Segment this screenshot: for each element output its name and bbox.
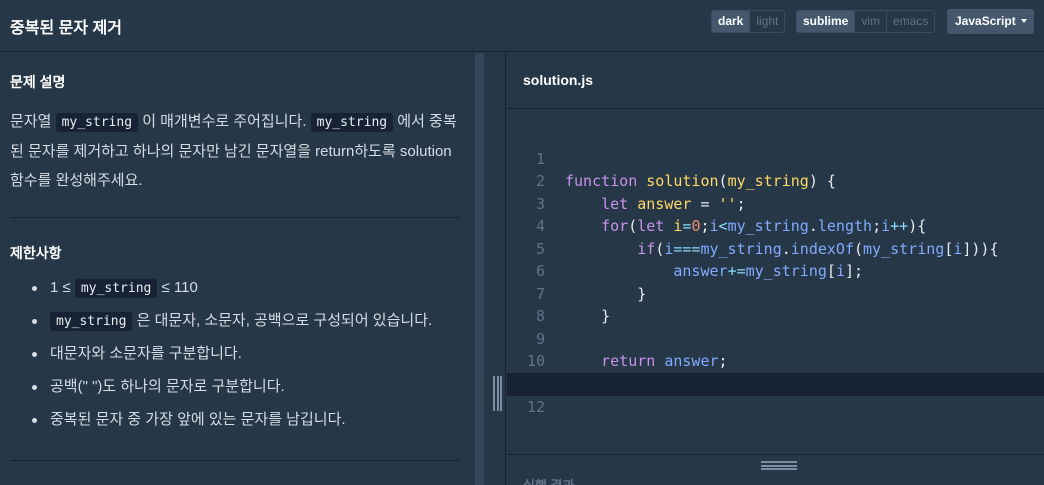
problem-panel: 문제 설명 문자열 my_string 이 매개변수로 주어집니다. my_st… [0, 53, 475, 485]
inline-code: my_string [55, 113, 139, 132]
section-divider [10, 460, 460, 461]
chevron-down-icon [1021, 19, 1027, 23]
keymap-toggle[interactable]: sublime vim emacs [796, 10, 936, 33]
drag-handle-icon[interactable] [761, 461, 797, 470]
code-line[interactable]: 9 return answer; [507, 305, 1044, 371]
line-number: 12 [526, 397, 545, 416]
list-item: 대문자와 소문자를 구분합니다. [30, 341, 470, 374]
code-line[interactable]: 7 } [507, 260, 1044, 326]
language-select-label: JavaScript [955, 14, 1016, 28]
code-line[interactable]: 2 let answer = ''; [507, 148, 1044, 213]
editor-tab: solution.js [507, 53, 1044, 109]
inline-code: my_string [310, 113, 394, 132]
theme-dark-option[interactable]: dark [712, 11, 750, 32]
code-line[interactable]: 10 } [507, 328, 1044, 393]
code-editor[interactable]: 1 function solution(my_string) { 2 let a… [507, 110, 1044, 461]
list-item: my_string 은 대문자, 소문자, 공백으로 구성되어 있습니다. [30, 308, 470, 341]
problem-description: 문자열 my_string 이 매개변수로 주어집니다. my_string 에… [10, 107, 460, 195]
desc-text: 이 매개변수로 주어집니다. [138, 113, 311, 130]
results-panel-header[interactable]: 실행 결과 [507, 454, 1044, 485]
list-item: 중복된 문자 중 가장 앞에 있는 문자를 남깁니다. [30, 407, 470, 440]
inline-code: my_string [50, 312, 133, 331]
results-label: 실행 결과 [523, 475, 574, 485]
language-select[interactable]: JavaScript [947, 9, 1034, 34]
constraints-list: 1 ≤ my_string ≤ 110 my_string 은 대문자, 소문자… [30, 275, 470, 440]
code-line[interactable]: 6 } [507, 238, 1044, 303]
code-line[interactable]: 5 answer+=my_string[i]; [507, 215, 1044, 281]
constraints-title: 제한사항 [10, 245, 62, 261]
code-line[interactable]: 1 function solution(my_string) { [507, 125, 1044, 191]
theme-light-option[interactable]: light [749, 11, 785, 32]
code-line-current[interactable]: 12 [507, 373, 1044, 416]
code-line[interactable]: 3 for(let i=0;i<my_string.length;i++){ [507, 170, 1044, 236]
drag-handle-icon[interactable] [493, 376, 502, 411]
code-line[interactable]: 8 [507, 283, 1044, 325]
constraint-text: 은 대문자, 소문자, 공백으로 구성되어 있습니다. [132, 312, 433, 329]
constraint-text: 1 ≤ [50, 279, 75, 296]
header: 중복된 문자 제거 dark light sublime vim emacs J… [0, 0, 1044, 52]
problem-description-title: 문제 설명 [10, 74, 66, 90]
page-title: 중복된 문자 제거 [10, 20, 122, 37]
list-item: 1 ≤ my_string ≤ 110 [30, 275, 470, 308]
constraint-text: ≤ 110 [157, 279, 198, 296]
desc-text: 문자열 [10, 113, 56, 130]
editor-panel: solution.js 1 function solution(my_strin… [507, 53, 1044, 485]
editor-filename: solution.js [523, 72, 593, 88]
scrollbar[interactable] [475, 53, 484, 485]
keymap-sublime-option[interactable]: sublime [797, 11, 855, 32]
theme-toggle[interactable]: dark light [711, 10, 786, 33]
keymap-emacs-option[interactable]: emacs [886, 11, 935, 32]
code-line[interactable]: 4 if(i===my_string.indexOf(my_string[i])… [507, 193, 1044, 258]
keymap-vim-option[interactable]: vim [854, 11, 887, 32]
panel-resizer[interactable] [484, 53, 506, 485]
code-line[interactable]: 11 [507, 350, 1044, 393]
inline-code: my_string [74, 279, 158, 298]
section-divider [10, 217, 460, 218]
list-item: 공백(" ")도 하나의 문자로 구분합니다. [30, 374, 470, 407]
